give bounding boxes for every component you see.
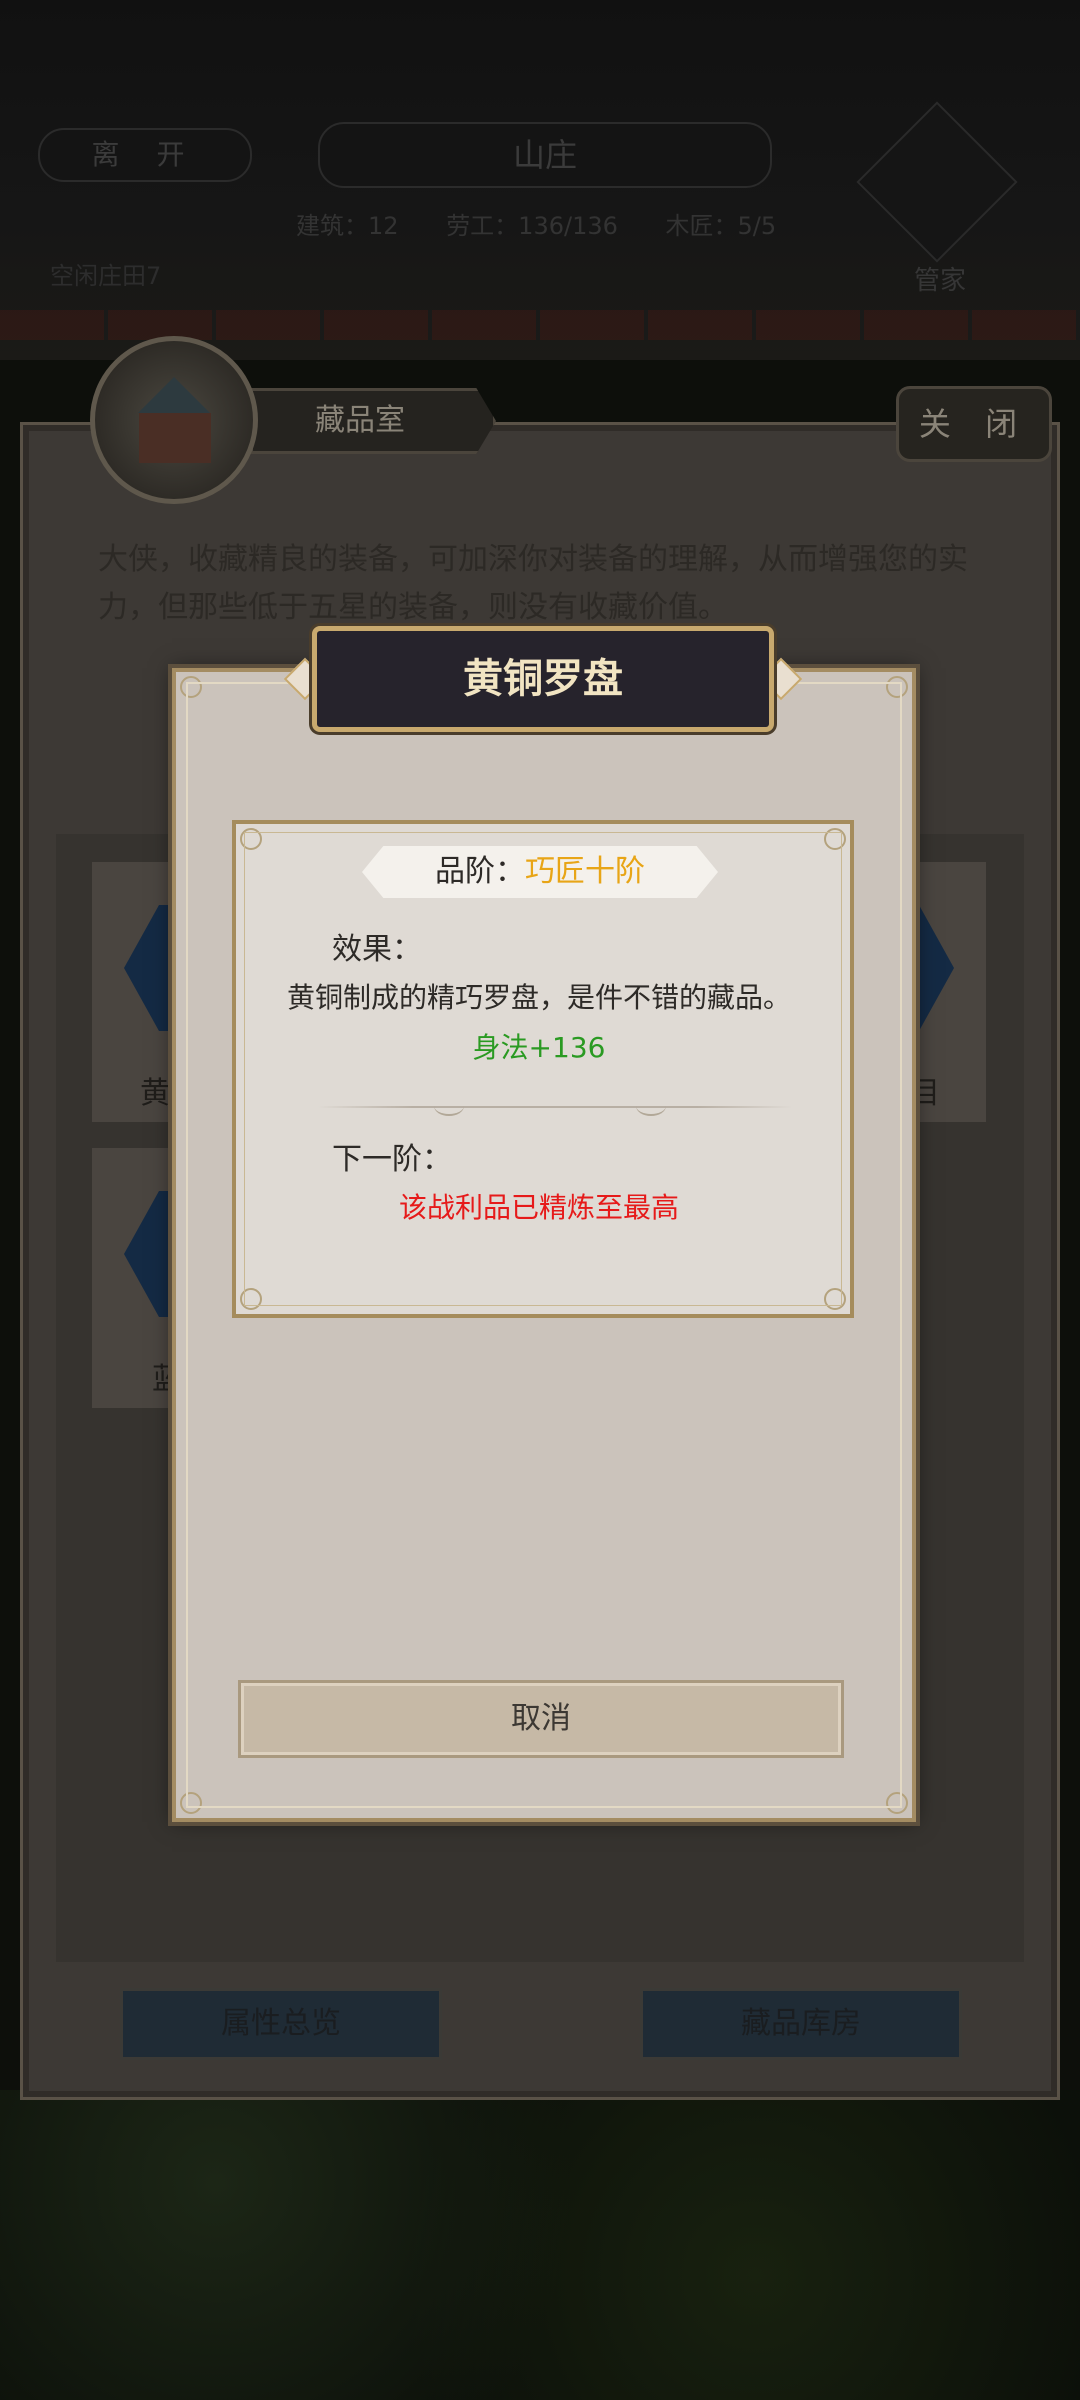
corner-ornament — [240, 1288, 262, 1310]
stat-laborers: 劳工：136/136 — [446, 212, 618, 240]
corner-ornament — [824, 828, 846, 850]
effect-description: 黄铜制成的精巧罗盘，是件不错的藏品。 — [286, 981, 791, 1014]
building-icon — [90, 336, 258, 504]
background-grass — [0, 2090, 1080, 2400]
effect-label: 效果： — [332, 932, 422, 967]
building-roof — [138, 377, 210, 413]
grade-label: 品阶： — [435, 854, 525, 889]
corner-ornament — [824, 1288, 846, 1310]
grade-row: 品阶：巧匠十阶 — [362, 846, 718, 898]
close-button[interactable]: 关 闭 — [896, 386, 1052, 462]
next-grade-status: 该战利品已精炼至最高 — [398, 1191, 679, 1224]
corner-ornament — [886, 1792, 908, 1814]
panel-header-title: 藏品室 — [315, 403, 405, 438]
leave-button[interactable]: 离 开 — [38, 128, 252, 182]
collection-storage-button[interactable]: 藏品库房 — [640, 1988, 962, 2060]
divider-ornament — [434, 1096, 464, 1116]
background-strip — [0, 310, 1080, 340]
item-label: 黄 — [140, 1076, 170, 1111]
corner-ornament — [886, 676, 908, 698]
stat-carpenters: 木匠：5/5 — [665, 212, 777, 240]
steward-label: 管家 — [913, 266, 966, 296]
cancel-button[interactable]: 取消 — [238, 1680, 844, 1758]
intro-text: 大侠，收藏精良的装备，可加深你对装备的理解，从而增强您的实力，但那些低于五星的装… — [98, 542, 968, 625]
modal-title: 黄铜罗盘 — [463, 656, 623, 702]
estate-title: 山庄 — [318, 122, 772, 188]
idle-fields-text: 空闲庄田7 — [50, 262, 162, 290]
corner-ornament — [180, 1792, 202, 1814]
effect-bonus: 身法+136 — [472, 1031, 606, 1064]
attribute-overview-button[interactable]: 属性总览 — [120, 1988, 442, 2060]
stat-buildings: 建筑：12 — [296, 212, 399, 240]
divider-ornament — [636, 1096, 666, 1116]
corner-ornament — [240, 828, 262, 850]
section-divider — [318, 1106, 792, 1108]
grade-value: 巧匠十阶 — [525, 854, 645, 889]
corner-ornament — [180, 676, 202, 698]
estate-stats: 建筑：12 劳工：136/136 木匠：5/5 — [296, 206, 816, 241]
building-body — [139, 413, 211, 463]
next-grade-label: 下一阶： — [332, 1142, 452, 1177]
